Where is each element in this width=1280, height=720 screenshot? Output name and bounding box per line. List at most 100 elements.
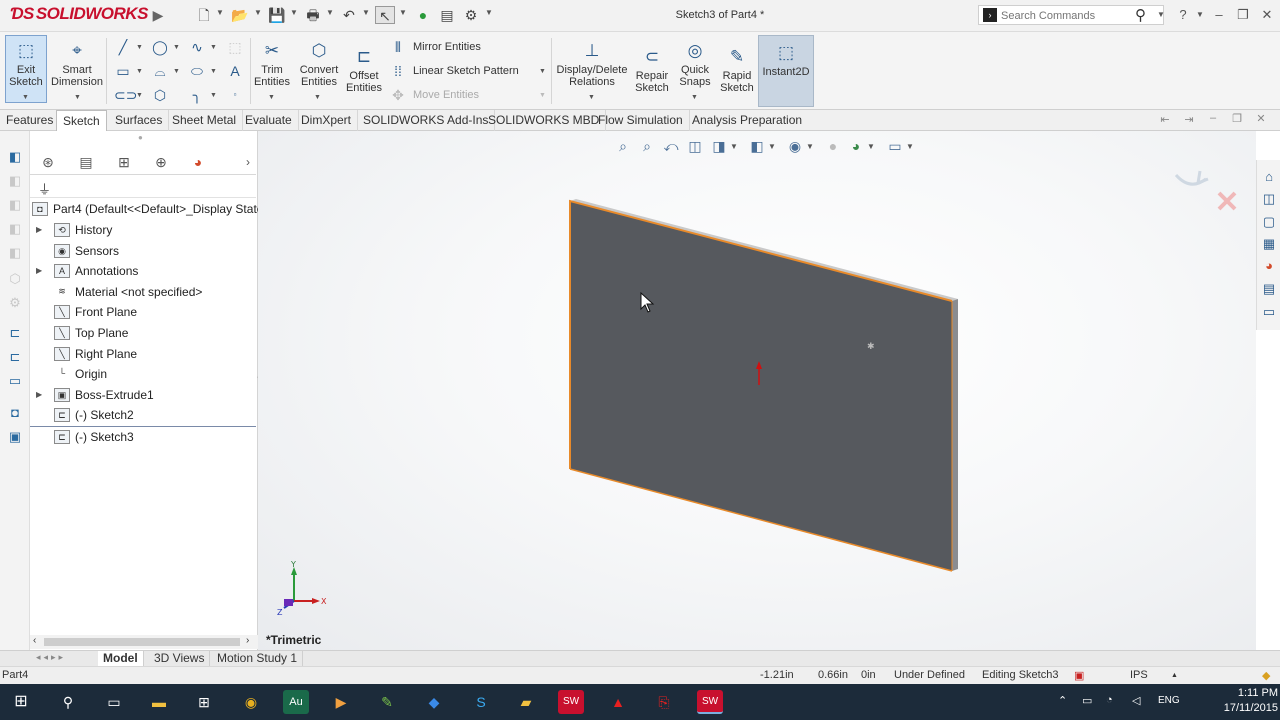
view-palette-icon[interactable]: ▦ — [1259, 235, 1279, 253]
search-taskbar-icon[interactable]: ⚲ — [55, 690, 81, 714]
tree-item-front-plane[interactable]: ╲ Front Plane — [30, 302, 258, 322]
options-icon[interactable]: ⚙ — [461, 6, 481, 24]
solidworks-logo[interactable]: ƊS SOLIDWORKS — [10, 4, 148, 24]
open-dropdown-icon[interactable]: ▼ — [254, 8, 262, 17]
trim-dropdown-icon[interactable]: ▼ — [268, 94, 275, 101]
tray-language[interactable]: ENG — [1158, 695, 1180, 706]
rebuild-icon[interactable]: ● — [413, 6, 433, 24]
display-delete-relations-button[interactable]: ⊥ Display/Delete Relations — [554, 40, 630, 88]
forum-icon[interactable]: ▭ — [1259, 303, 1279, 321]
part-face[interactable] — [570, 201, 952, 571]
move-icon[interactable]: ✥ — [389, 86, 407, 104]
feature-manager-tab-icon[interactable]: ⊛ — [34, 152, 62, 172]
cancel-icon[interactable] — [1217, 191, 1237, 211]
custom-properties-icon[interactable]: ▤ — [1259, 280, 1279, 298]
tooltip-icon[interactable]: ◆ — [1262, 669, 1270, 682]
collapse-left-icon[interactable]: ⇤ — [1156, 113, 1174, 126]
scrollbar-thumb[interactable] — [44, 638, 240, 646]
print-icon[interactable]: 🖶 — [303, 6, 323, 24]
tray-volume-icon[interactable]: ◁ — [1132, 694, 1140, 707]
expand-icon[interactable]: ▶ — [36, 261, 42, 281]
strip-screen-icon[interactable]: ▭ — [6, 373, 24, 389]
options-dropdown-icon[interactable]: ▼ — [485, 8, 493, 17]
units-dropdown-icon[interactable]: ▲ — [1171, 672, 1178, 679]
tray-up-icon[interactable]: ⌃ — [1058, 694, 1067, 707]
rapid-sketch-button[interactable]: ✎ Rapid Sketch — [716, 46, 758, 94]
tab-sketch[interactable]: Sketch — [56, 110, 107, 131]
text-icon[interactable]: A — [226, 62, 244, 80]
tree-item-right-plane[interactable]: ╲ Right Plane — [30, 344, 258, 364]
audition-app-icon[interactable]: Au — [283, 690, 309, 714]
chrome-app-icon[interactable]: ◉ — [238, 690, 264, 714]
circle-dropdown-icon[interactable]: ▼ — [173, 44, 180, 51]
close-icon[interactable]: ✕ — [1258, 7, 1276, 23]
strip-tool-5-icon[interactable]: ⬡ — [6, 271, 24, 287]
doc-restore-icon[interactable]: ❐ — [1228, 112, 1246, 125]
search-icon[interactable]: ⚲ — [1135, 6, 1146, 24]
tab-3d-views[interactable]: 3D Views — [149, 651, 211, 666]
graphics-area[interactable]: ⌕ ⌕ ⤺ ◫ ◨ ▼ ◧ ▼ ◉ ▼ ● ◕ ▼ ▭ ▼ ✱ Y X Z *T… — [258, 131, 1256, 651]
help-dropdown-icon[interactable]: ▼ — [1196, 10, 1204, 19]
ellipse-icon[interactable]: ⬭ — [188, 62, 206, 80]
exit-sketch-button[interactable]: ⬚ Exit Sketch — [5, 35, 47, 103]
restore-icon[interactable]: ❐ — [1234, 7, 1252, 23]
notepad-app-icon[interactable]: ✎ — [374, 690, 400, 714]
tree-item-sketch3[interactable]: ⊏ (-) Sketch3 — [30, 427, 258, 447]
mirror-entities-button[interactable]: Mirror Entities — [413, 41, 481, 53]
tab-nav-icons[interactable]: ◂◂▸▸ — [36, 652, 66, 663]
ellipse-dropdown-icon[interactable]: ▼ — [210, 68, 217, 75]
save-dropdown-icon[interactable]: ▼ — [290, 8, 298, 17]
scroll-right-icon[interactable]: › — [246, 635, 249, 646]
select-dropdown-icon[interactable]: ▼ — [399, 8, 407, 17]
slot-icon[interactable]: ⊂⊃ — [114, 86, 137, 104]
tab-surfaces[interactable]: Surfaces — [109, 110, 170, 131]
tree-item-annotations[interactable]: ▶ A Annotations — [30, 261, 258, 281]
point-icon[interactable]: ▫ — [226, 86, 244, 104]
collapse-right-icon[interactable]: ⇥ — [1180, 113, 1198, 126]
instant2d-button[interactable]: ⬚ Instant2D — [758, 35, 814, 107]
store-app-icon[interactable]: ⊞ — [191, 690, 217, 714]
polygon-icon[interactable]: ⬡ — [151, 86, 169, 104]
rectangle-dropdown-icon[interactable]: ▼ — [136, 68, 143, 75]
convert-dropdown-icon[interactable]: ▼ — [314, 94, 321, 101]
dropbox-app-icon[interactable]: ◆ — [421, 690, 447, 714]
mirror-icon[interactable]: ⫴ — [389, 38, 407, 56]
skype-app-icon[interactable]: S — [468, 690, 494, 714]
sw2016-app-icon[interactable]: SW — [697, 690, 723, 714]
offset-entities-button[interactable]: ⊏ Offset Entities — [344, 46, 384, 94]
task-view-icon[interactable]: ▭ — [101, 690, 127, 714]
undo-icon[interactable]: ↶ — [339, 6, 359, 24]
tab-motion-study-1[interactable]: Motion Study 1 — [212, 651, 304, 666]
fillet-icon[interactable]: ╮ — [188, 86, 206, 104]
tree-item-boss-extrude1[interactable]: ▶ ▣ Boss-Extrude1 — [30, 385, 258, 405]
expand-icon[interactable]: ▶ — [36, 385, 42, 405]
rebuild-status-icon[interactable]: ▣ — [1074, 669, 1084, 682]
strip-sketch-icon[interactable]: ⊏ — [6, 325, 24, 341]
doc-close-icon[interactable]: ✕ — [1252, 112, 1270, 125]
linear-pattern-icon[interactable]: ⁞⁞ — [389, 62, 407, 80]
line-icon[interactable]: ╱ — [114, 38, 132, 56]
trim-entities-button[interactable]: ✂ Trim Entities — [252, 40, 292, 88]
feature-tree-scrollbar[interactable]: ‹ › — [30, 635, 258, 649]
model-viewport[interactable]: ✱ — [258, 131, 1256, 651]
solidworks-app-icon[interactable]: SW — [558, 690, 584, 714]
status-units[interactable]: IPS — [1130, 669, 1148, 681]
strip-part-icon[interactable]: ◘ — [6, 405, 24, 421]
move-dropdown-icon[interactable]: ▼ — [539, 92, 546, 99]
home-icon[interactable]: ⌂ — [1259, 168, 1279, 186]
circle-icon[interactable]: ◯ — [151, 38, 169, 56]
tab-evaluate[interactable]: Evaluate — [239, 110, 299, 131]
search-commands[interactable]: › ⚲ — [978, 5, 1164, 25]
print-dropdown-icon[interactable]: ▼ — [326, 8, 334, 17]
tab-sheet-metal[interactable]: Sheet Metal — [166, 110, 244, 131]
search-dropdown-icon[interactable]: ▼ — [1157, 10, 1165, 19]
filter-icon[interactable]: ⏚ — [38, 179, 51, 198]
smart-dimension-button[interactable]: ⌖ Smart Dimension — [50, 40, 104, 88]
tree-item-sensors[interactable]: ◉ Sensors — [30, 241, 258, 261]
quick-snaps-button[interactable]: ◎ Quick Snaps — [676, 40, 714, 88]
dimxpert-manager-tab-icon[interactable]: ⊕ — [147, 152, 175, 172]
tree-item-top-plane[interactable]: ╲ Top Plane — [30, 323, 258, 343]
design-library-icon[interactable]: ◫ — [1259, 190, 1279, 208]
strip-tool-3-icon[interactable]: ◧ — [6, 221, 24, 237]
property-manager-tab-icon[interactable]: ▤ — [72, 152, 100, 172]
